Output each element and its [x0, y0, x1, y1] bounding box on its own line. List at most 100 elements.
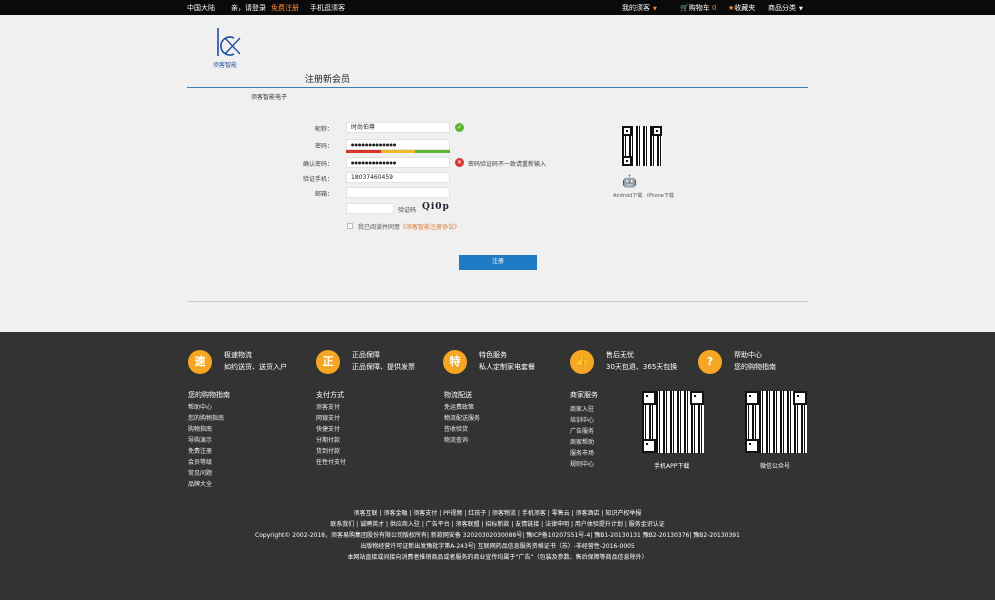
password-input[interactable]: ●●●●●●●●●●●●● [346, 139, 450, 150]
footer-link[interactable]: 品牌大全 [188, 479, 212, 488]
chevron-down-icon: ▼ [653, 6, 657, 12]
confirm-password-label: 确认密码： [302, 161, 333, 168]
column-heading: 商家服务 [570, 391, 598, 399]
app-qr-caption: 手机APP下载 [654, 463, 690, 470]
footer-link[interactable]: 物流配送服务 [444, 413, 480, 422]
footer-link[interactable]: 广告服务 [570, 426, 594, 435]
footer-link[interactable]: 物流查询 [444, 435, 468, 444]
footer-link[interactable]: 签收验货 [444, 424, 468, 433]
column-heading: 支付方式 [316, 391, 344, 399]
categories-menu[interactable]: 商品分类 ▼ [768, 3, 803, 13]
captcha-input[interactable] [346, 203, 394, 214]
agree-text: 我已阅读并同意《须客智能注册协议》 [358, 222, 460, 231]
error-icon: ✕ [455, 158, 464, 167]
footer-link[interactable]: 商家入驻 [570, 404, 594, 413]
password-label: 密码： [314, 143, 333, 150]
app-qr-code [642, 391, 704, 453]
footer-link[interactable]: 培训中心 [570, 415, 594, 424]
service-title: 正品保障 [352, 351, 380, 359]
footer-link[interactable]: 任性付支付 [316, 457, 346, 466]
wechat-qr-code [745, 391, 807, 453]
cart-count: 0 [711, 4, 717, 12]
footer-link[interactable]: 免运费政策 [444, 402, 474, 411]
confirm-password-input[interactable]: ●●●●●●●●●●●●● [346, 157, 450, 168]
site-logo[interactable]: 须客智能 [212, 26, 246, 70]
confirm-password-row: 确认密码： ●●●●●●●●●●●●● ✕ 密码验证码不一致请重新输入 [290, 157, 590, 169]
my-account-menu[interactable]: 我的须客 ▼ [622, 3, 657, 13]
nickname-row: 昵称： 时尚伯尊 ✓ [290, 122, 590, 134]
mobile-link[interactable]: 手机逛须客 [310, 3, 345, 13]
service-subtitle: 30天包退、365天包换 [606, 363, 678, 371]
nickname-label: 昵称： [314, 126, 333, 133]
email-row: 邮箱： [290, 187, 590, 199]
iphone-download-label[interactable]: iPhone下载 [647, 192, 674, 199]
footer-link[interactable]: 商家帮助 [570, 437, 594, 446]
help-icon: ? [698, 350, 722, 374]
my-account-label: 我的须客 [622, 4, 650, 12]
service-subtitle: 私人定制家电套餐 [479, 363, 535, 371]
service-subtitle: 您的购物指南 [734, 363, 776, 371]
company-name: 须客智能电子 [251, 94, 288, 101]
strength-medium [380, 150, 416, 153]
phone-row: 验证手机： 18037460459 [290, 172, 590, 184]
footer-link[interactable]: 网银支付 [316, 413, 340, 422]
cart-icon: 🛒 [680, 4, 689, 12]
android-icon[interactable]: 🤖 [622, 174, 637, 188]
strength-strong [415, 150, 451, 153]
favorites-label: 收藏夹 [734, 4, 756, 12]
column-heading: 您的购物指南 [188, 391, 230, 399]
service-title: 售后无忧 [606, 351, 634, 359]
service-title: 极速物流 [224, 351, 252, 359]
nickname-input[interactable]: 时尚伯尊 [346, 122, 450, 133]
copyright: Copyright© 2002-2018，须客易购集团股份有限公司版权所有| 新… [255, 532, 740, 539]
android-download-label[interactable]: Android下载 [613, 192, 642, 199]
service-subtitle: 正品保障、提供发票 [352, 363, 415, 371]
region-selector[interactable]: 中国大陆 [187, 3, 215, 13]
footer-link[interactable]: 您的购物指南 [188, 413, 224, 422]
favorites-link[interactable]: ★收藏夹 [728, 3, 755, 13]
service-subtitle: 如约送货、送货入户 [224, 363, 287, 371]
agreement-link[interactable]: 《须客智能注册协议》 [400, 224, 460, 231]
footer-link[interactable]: 快捷支付 [316, 424, 340, 433]
cart-label: 购物车 [688, 4, 710, 12]
footer-link[interactable]: 免费注册 [188, 446, 212, 455]
captcha-image[interactable]: Qi0p [422, 202, 454, 214]
content-divider [187, 301, 808, 302]
footer-link[interactable]: 购物指南 [188, 424, 212, 433]
page-title: 注册新会员 [305, 75, 351, 85]
footer-link[interactable]: 帮助中心 [188, 402, 212, 411]
footer-link[interactable]: 服务市场 [570, 448, 594, 457]
chevron-down-icon: ▼ [799, 6, 803, 12]
email-label: 邮箱： [314, 191, 333, 198]
title-divider [187, 87, 808, 88]
footer-link[interactable]: 常见问题 [188, 468, 212, 477]
column-heading: 物流配送 [444, 391, 472, 399]
phone-label: 验证手机： [302, 176, 333, 183]
footer-links-row[interactable]: 联系我们 | 诚聘英才 | 供应商入驻 | 广告平台 | 须客联盟 | 招标新款… [0, 519, 995, 528]
fast-shipping-icon: 速 [188, 350, 212, 374]
agree-checkbox[interactable] [347, 223, 353, 229]
ad-disclaimer: 本网站直接或间接向消费者推销商品或者服务的商业宣传均属于“广告”（包装及参数、售… [347, 554, 648, 561]
phone-input[interactable]: 18037460459 [346, 172, 450, 183]
service-title: 帮助中心 [734, 351, 762, 359]
wechat-qr-caption: 微信公众号 [760, 463, 791, 470]
footer-links-row[interactable]: 须客互联 | 须客金融 | 须客支付 | PP视频 | 红孩子 | 须客物流 |… [0, 508, 995, 517]
special-service-icon: 特 [443, 350, 467, 374]
strength-weak [346, 150, 381, 153]
login-link[interactable]: 亲，请登录 [231, 3, 266, 13]
cart-link[interactable]: 🛒购物车 0 [680, 3, 716, 13]
check-icon: ✓ [455, 123, 464, 132]
email-input[interactable] [346, 187, 450, 198]
logo-text: 须客智能 [213, 62, 238, 69]
register-button[interactable]: 注册 [459, 255, 537, 270]
footer-link[interactable]: 货到付款 [316, 446, 340, 455]
categories-label: 商品分类 [768, 4, 796, 12]
footer-link[interactable]: 分期付款 [316, 435, 340, 444]
footer-link[interactable]: 须客支付 [316, 402, 340, 411]
footer-link[interactable]: 会员等级 [188, 457, 212, 466]
footer-link[interactable]: 规则中心 [570, 459, 594, 468]
captcha-label: 验证码 [398, 207, 417, 214]
agree-prefix: 我已阅读并同意 [358, 224, 401, 231]
footer-link[interactable]: 导购演示 [188, 435, 212, 444]
register-link[interactable]: 免费注册 [271, 3, 299, 13]
